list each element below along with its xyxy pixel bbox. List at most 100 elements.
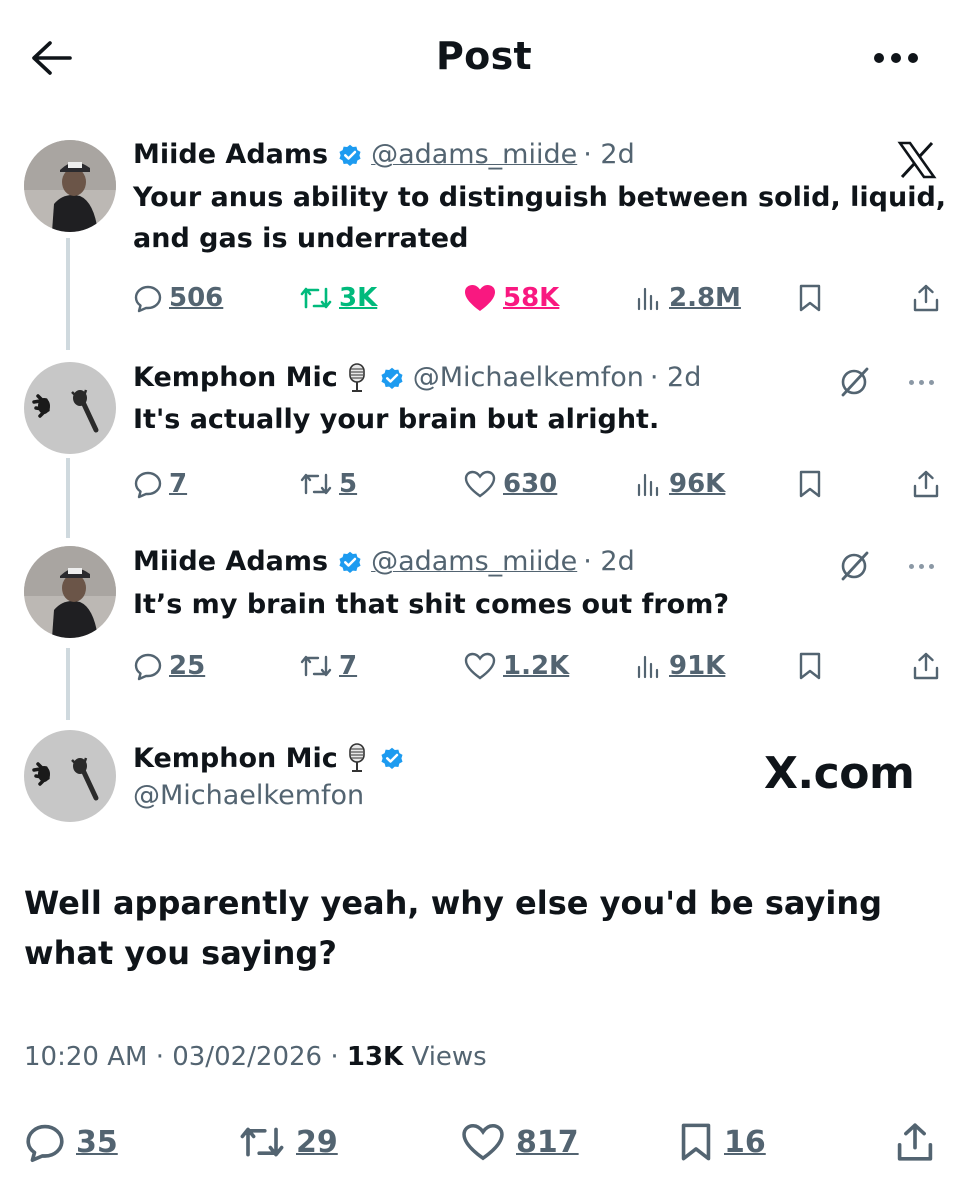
avatar[interactable] — [24, 362, 116, 454]
repost-button[interactable]: 5 — [299, 464, 357, 504]
repost-count: 7 — [339, 651, 358, 681]
microphone-emoji-icon — [344, 362, 370, 394]
separator-dot: · — [155, 1042, 173, 1072]
bookmark-button[interactable]: 16 — [678, 1118, 766, 1166]
grok-icon[interactable] — [832, 546, 876, 586]
user-handle[interactable]: @adams_miide — [371, 545, 577, 579]
reply-button[interactable]: 35 — [24, 1118, 118, 1166]
avatar[interactable] — [24, 546, 116, 638]
heart-icon — [464, 470, 496, 498]
avatar[interactable] — [24, 730, 116, 822]
verified-badge-icon — [337, 142, 363, 168]
repost-button[interactable]: 29 — [238, 1118, 338, 1166]
user-handle[interactable]: @Michaelkemfon — [133, 780, 364, 811]
heart-icon — [462, 1124, 504, 1161]
bookmark-button[interactable] — [797, 646, 823, 686]
bookmark-button[interactable] — [797, 464, 823, 504]
like-button[interactable]: 1.2K — [463, 646, 569, 686]
more-options-button[interactable] — [864, 38, 928, 78]
bookmark-icon — [681, 1123, 711, 1161]
repost-button[interactable]: 7 — [299, 646, 357, 686]
timestamp[interactable]: · 2d — [583, 545, 634, 579]
repost-count: 29 — [296, 1124, 338, 1160]
bookmark-count: 16 — [724, 1124, 766, 1160]
verified-badge-icon — [379, 745, 405, 771]
main-author: Kemphon Mic — [133, 742, 405, 774]
grok-icon[interactable] — [832, 362, 876, 402]
user-handle[interactable]: @Michaelkemfon — [413, 361, 644, 395]
like-count: 1.2K — [503, 651, 570, 681]
reply-count: 35 — [76, 1124, 118, 1160]
reply-count: 25 — [169, 651, 206, 681]
tweet-header: Miide Adams @adams_miide · 2d — [133, 545, 635, 579]
reply-button[interactable]: 25 — [133, 646, 205, 686]
share-button[interactable] — [894, 1118, 936, 1166]
views-button[interactable]: 2.8M — [633, 278, 741, 318]
display-name[interactable]: Miide Adams — [133, 138, 328, 172]
share-button[interactable] — [911, 646, 941, 686]
verified-badge-icon — [337, 549, 363, 575]
like-count: 630 — [503, 469, 558, 499]
heart-icon — [464, 652, 496, 680]
views-button[interactable]: 91K — [633, 646, 725, 686]
tweet-date[interactable]: 03/02/2026 — [172, 1042, 322, 1072]
share-button[interactable] — [911, 464, 941, 504]
reply-icon — [134, 653, 162, 681]
avatar[interactable] — [24, 140, 116, 232]
repost-icon — [240, 1127, 284, 1157]
reply-button[interactable]: 7 — [133, 464, 187, 504]
more-horizontal-icon[interactable] — [900, 372, 942, 392]
display-name[interactable]: Kemphon Mic — [133, 361, 338, 395]
main-tweet-actions: 35 29 817 16 — [24, 1118, 944, 1166]
share-button[interactable] — [911, 278, 941, 318]
repost-count: 3K — [339, 283, 378, 313]
reply-count: 506 — [169, 283, 224, 313]
main-tweet-text: Well apparently yeah, why else you'd be … — [24, 884, 882, 972]
repost-icon — [300, 655, 332, 677]
views-total: 13K — [346, 1042, 404, 1072]
like-count: 58K — [503, 283, 560, 313]
share-icon — [913, 652, 939, 680]
share-icon — [913, 284, 939, 312]
tweet-meta: 10:20 AM · 03/02/2026 · 13K Views — [24, 1042, 487, 1072]
like-count: 817 — [516, 1124, 579, 1160]
more-horizontal-icon[interactable] — [900, 556, 942, 576]
repost-icon — [300, 473, 332, 495]
views-count: 91K — [669, 651, 726, 681]
views-label: Views — [411, 1042, 487, 1072]
views-count: 96K — [669, 469, 726, 499]
x-logo-icon — [892, 140, 942, 180]
tweet-actions: 25 7 1.2K 91K — [133, 646, 943, 686]
bookmark-icon — [799, 470, 821, 498]
views-chart-icon — [637, 287, 659, 311]
tweet-text: Your anus ability to distinguish between… — [133, 182, 947, 254]
reply-icon — [134, 285, 162, 313]
page-title: Post — [436, 34, 532, 78]
reply-icon — [134, 471, 162, 499]
user-handle[interactable]: @adams_miide — [371, 138, 577, 172]
thread-line — [66, 648, 70, 720]
repost-button[interactable]: 3K — [299, 278, 377, 318]
tweet-text: It’s my brain that shit comes out from? — [133, 589, 730, 620]
tweet-actions: 7 5 630 96K — [133, 464, 943, 504]
post-header: Post — [0, 0, 968, 118]
display-name[interactable]: Miide Adams — [133, 545, 328, 579]
views-chart-icon — [637, 655, 659, 679]
timestamp[interactable]: · 2d — [650, 361, 701, 395]
tweet-time[interactable]: 10:20 AM — [24, 1042, 147, 1072]
reply-count: 7 — [169, 469, 188, 499]
thread-line — [66, 238, 70, 350]
timestamp[interactable]: · 2d — [583, 138, 634, 172]
views-button[interactable]: 96K — [633, 464, 725, 504]
tweet-header: Miide Adams @adams_miide · 2d — [133, 138, 635, 172]
repost-icon — [300, 287, 332, 309]
bookmark-icon — [799, 284, 821, 312]
reply-button[interactable]: 506 — [133, 278, 223, 318]
bookmark-button[interactable] — [797, 278, 823, 318]
like-button[interactable]: 630 — [463, 464, 557, 504]
display-name[interactable]: Kemphon Mic — [133, 743, 338, 774]
like-button[interactable]: 817 — [460, 1118, 579, 1166]
reply-icon — [26, 1124, 64, 1163]
like-button[interactable]: 58K — [463, 278, 559, 318]
separator-dot: · — [330, 1042, 347, 1072]
